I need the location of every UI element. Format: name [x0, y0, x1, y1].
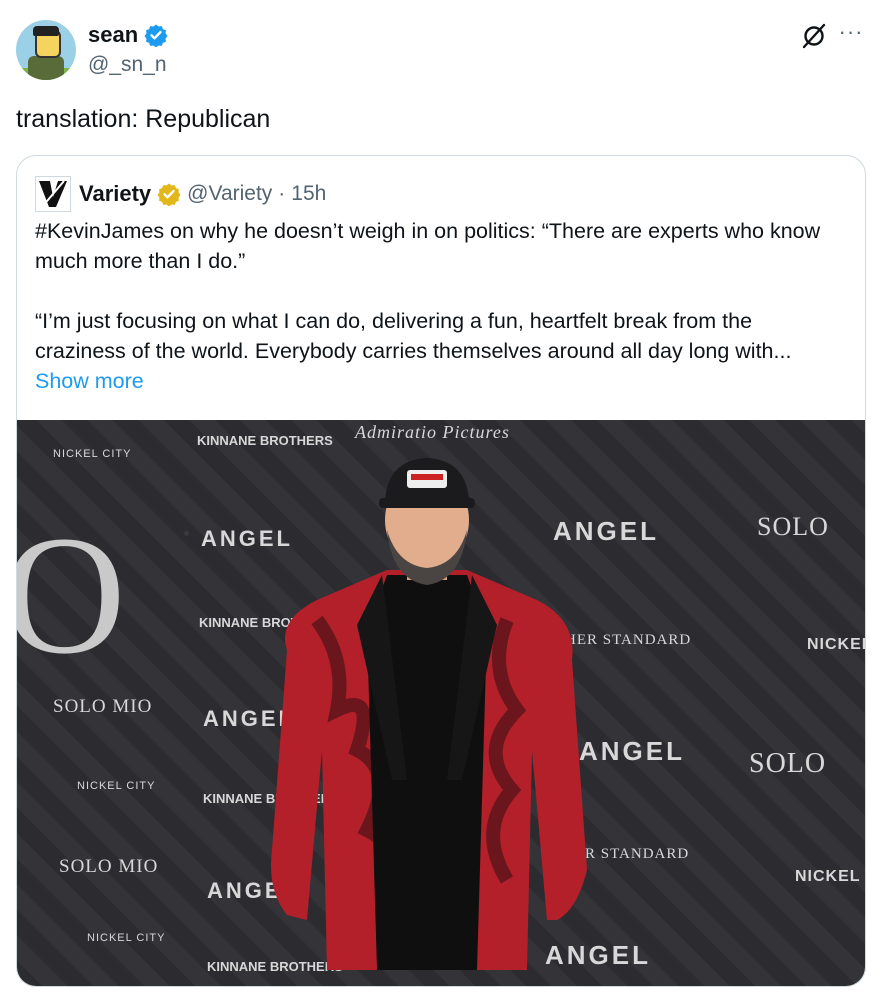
backdrop-solo-mio: SOLO MIO [53, 696, 153, 717]
gold-verified-badge-icon [157, 183, 181, 206]
quoted-display-name[interactable]: Variety [79, 181, 151, 207]
backdrop-nickel-city: NICKEL CITY [87, 932, 166, 944]
show-more-link[interactable]: Show more [35, 366, 144, 396]
backdrop-solo: SOLO [749, 748, 827, 779]
grok-icon[interactable] [800, 22, 828, 50]
tweet-text: translation: Republican [16, 105, 271, 133]
quoted-photo[interactable]: O NICKEL CITY KINNANE BROTHERS Admiratio… [17, 420, 865, 986]
quoted-paragraph-2: “I’m just focusing on what I can do, del… [35, 309, 792, 363]
quoted-tweet-card[interactable]: Variety @Variety · 15h #KevinJames on wh… [16, 155, 866, 987]
quoted-handle[interactable]: @Variety [187, 182, 272, 206]
author-name-row: sean [88, 20, 168, 50]
backdrop-nickel: NICKEL [807, 636, 865, 653]
quoted-text: #KevinJames on why he doesn’t weigh in o… [35, 216, 845, 366]
author-display-name[interactable]: sean [88, 20, 138, 50]
backdrop-kinnane: KINNANE BROTHERS [197, 433, 333, 448]
quoted-timestamp[interactable]: 15h [291, 182, 326, 206]
person-figure [271, 458, 587, 970]
verified-badge-icon [144, 24, 168, 47]
backdrop-nickel: NICKEL [795, 868, 861, 885]
backdrop-solo: SOLO [757, 512, 829, 541]
avatar[interactable] [16, 20, 76, 80]
backdrop-nickel-city: NICKEL CITY [77, 780, 156, 792]
separator-dot: · [278, 182, 286, 205]
quoted-header: Variety @Variety · 15h [35, 176, 326, 212]
backdrop-solo-mio: SOLO MIO [59, 856, 159, 877]
backdrop-nickel-city: NICKEL CITY [53, 448, 132, 460]
variety-logo-icon[interactable] [35, 176, 71, 212]
quoted-paragraph-1: #KevinJames on why he doesn’t weigh in o… [35, 219, 821, 273]
more-options-button[interactable]: ··· [836, 21, 866, 50]
backdrop-big-o: O [17, 510, 127, 680]
author-handle[interactable]: @_sn_n [88, 52, 167, 78]
backdrop-admiratio: Admiratio Pictures [355, 422, 510, 442]
